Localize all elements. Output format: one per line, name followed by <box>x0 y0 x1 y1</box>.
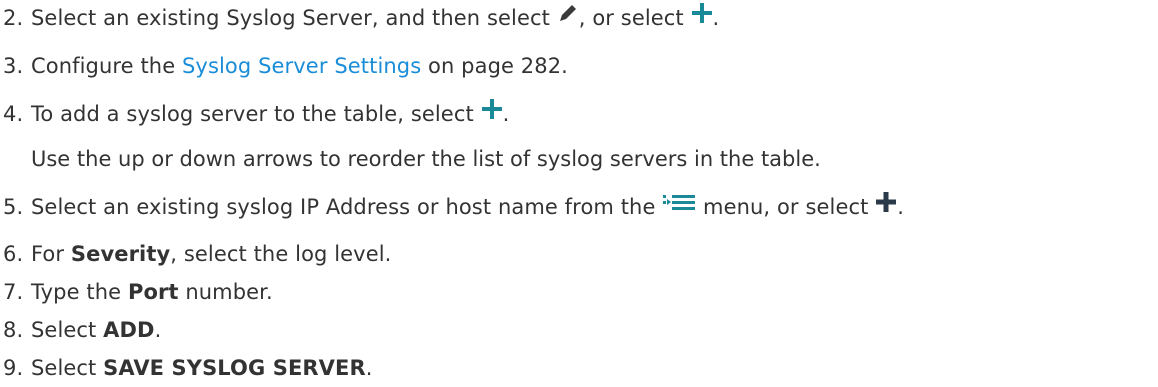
step-text: Select an existing Syslog Server, and th… <box>31 6 557 30</box>
step-number: 9. <box>3 356 24 380</box>
step-text: . <box>502 102 510 126</box>
syslog-server-settings-link[interactable]: Syslog Server Settings <box>182 54 421 78</box>
step-text: Select <box>31 356 104 380</box>
step-number: 3. <box>3 54 24 78</box>
step-number: 4. <box>3 102 24 126</box>
step-6: 6. For Severity, select the log level. <box>3 240 391 268</box>
step-2: 2. Select an existing Syslog Server, and … <box>3 2 720 34</box>
step-text: , select the log level. <box>170 242 392 266</box>
severity-term: Severity <box>70 242 171 266</box>
plus-icon <box>875 191 897 220</box>
step-number: 2. <box>3 6 24 30</box>
step-number: 6. <box>3 242 24 266</box>
plus-icon <box>481 98 503 127</box>
step-text: To add a syslog server to the table, sel… <box>31 102 481 126</box>
step-text: Select an existing syslog IP Address or … <box>31 195 663 219</box>
pencil-icon <box>557 2 579 31</box>
list-menu-icon <box>662 191 696 220</box>
step-number: 5. <box>3 195 24 219</box>
step-9: 9. Select SAVE SYSLOG SERVER. <box>3 354 373 382</box>
plus-icon <box>691 2 713 31</box>
step-text: Configure the <box>31 54 182 78</box>
step-5: 5. Select an existing syslog IP Address o… <box>3 191 904 223</box>
add-term: ADD <box>103 318 155 342</box>
step-text: . <box>897 195 904 219</box>
step-text: Select <box>31 318 104 342</box>
step-text: Type the <box>31 280 128 304</box>
step-text: menu, or select <box>696 195 876 219</box>
step-number: 7. <box>3 280 24 304</box>
port-term: Port <box>127 280 179 304</box>
step-8: 8. Select ADD. <box>3 316 161 344</box>
step-text: number. <box>178 280 273 304</box>
procedure-steps: 2. Select an existing Syslog Server, and … <box>0 0 1158 387</box>
save-syslog-server-term: SAVE SYSLOG SERVER <box>103 356 366 380</box>
step-4: 4. To add a syslog server to the table, s… <box>3 98 510 130</box>
step-text: For <box>31 242 71 266</box>
step-text: on page 282. <box>421 54 568 78</box>
step-text: . <box>365 356 373 380</box>
step-4-note: Use the up or down arrows to reorder the… <box>31 147 821 171</box>
step-3: 3. Configure the Syslog Server Settings o… <box>3 52 568 80</box>
step-7: 7. Type the Port number. <box>3 278 273 306</box>
step-text: , or select <box>578 6 691 30</box>
step-text: . <box>712 6 720 30</box>
step-number: 8. <box>3 318 24 342</box>
step-text: . <box>154 318 162 342</box>
